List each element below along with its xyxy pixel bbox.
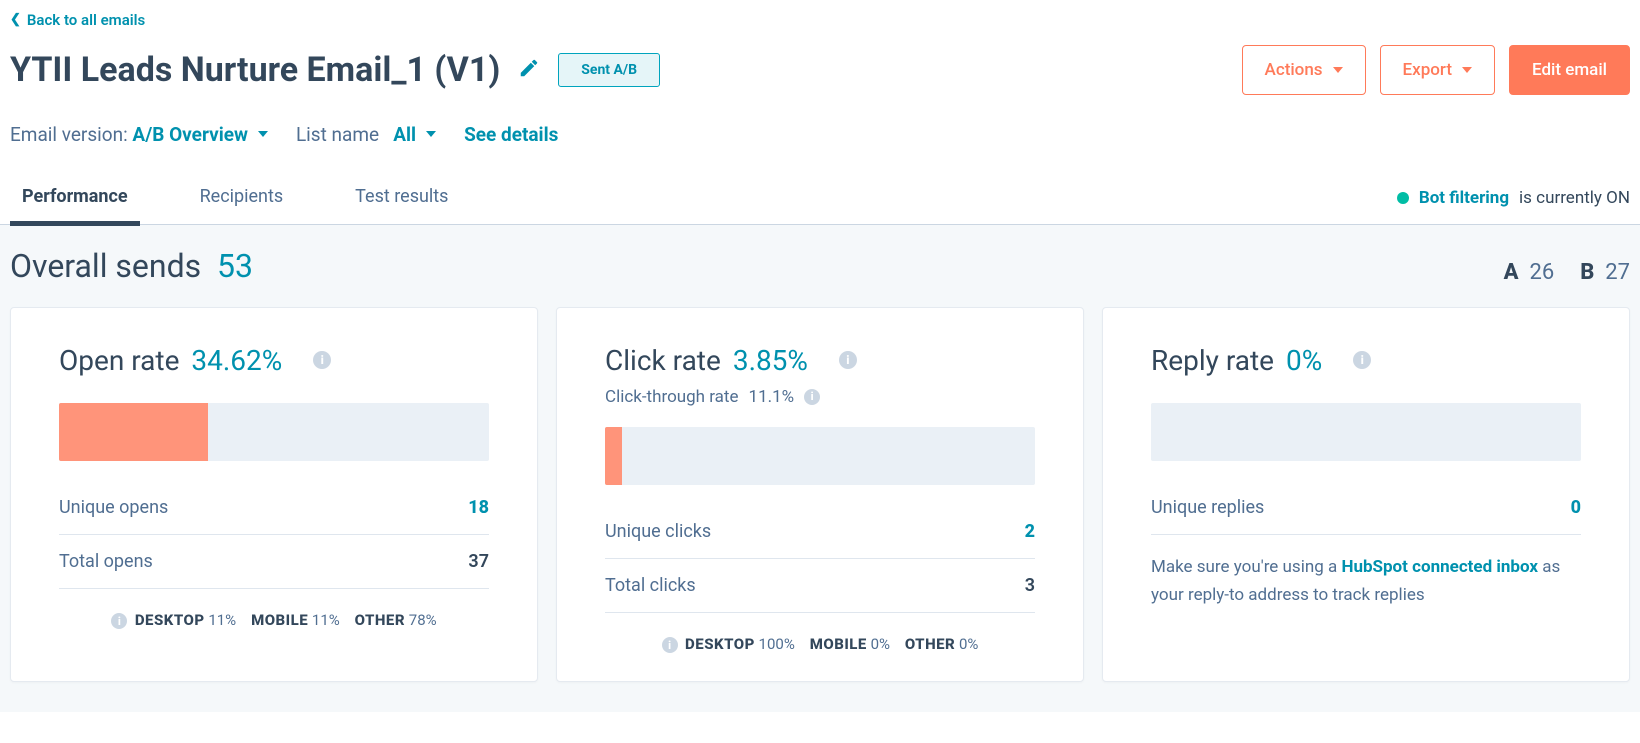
overall-sends-count: 53 [217, 247, 253, 285]
total-opens-label: Total opens [59, 551, 153, 572]
reply-rate-value: 0% [1286, 344, 1322, 377]
open-rate-value: 34.62% [191, 344, 282, 377]
unique-opens-value[interactable]: 18 [468, 497, 489, 518]
unique-clicks-label: Unique clicks [605, 521, 711, 542]
unique-replies-label: Unique replies [1151, 497, 1264, 518]
click-rate-bar-fill [605, 427, 622, 485]
list-name-label: List name [296, 123, 379, 146]
see-details-link[interactable]: See details [464, 123, 558, 146]
unique-opens-label: Unique opens [59, 497, 168, 518]
email-version-label: Email version: [10, 123, 128, 146]
click-rate-bar [605, 427, 1035, 485]
bot-filtering-status: Bot filtering is currently ON [1397, 188, 1630, 222]
reply-note: Make sure you're using a HubSpot connect… [1151, 553, 1581, 611]
open-rate-bar-fill [59, 403, 208, 461]
ab-b-count: B 27 [1580, 260, 1630, 285]
ctr-label: Click-through rate [605, 387, 739, 407]
overall-sends-label: Overall sends [10, 247, 201, 285]
actions-button[interactable]: Actions [1242, 45, 1366, 95]
bot-filtering-suffix: is currently ON [1519, 188, 1630, 208]
total-clicks-label: Total clicks [605, 575, 696, 596]
total-clicks-value: 3 [1025, 575, 1035, 596]
info-icon[interactable]: i [839, 351, 857, 369]
export-button[interactable]: Export [1380, 45, 1495, 95]
reply-rate-bar [1151, 403, 1581, 461]
info-icon[interactable]: i [804, 389, 820, 405]
actions-button-label: Actions [1265, 60, 1323, 80]
list-name-value: All [393, 123, 416, 146]
status-dot-icon [1397, 192, 1409, 204]
open-rate-title: Open rate [59, 344, 179, 377]
status-badge: Sent A/B [558, 53, 660, 87]
total-opens-value: 37 [468, 551, 489, 572]
pencil-icon[interactable] [518, 57, 540, 83]
back-link[interactable]: ❮ Back to all emails [10, 11, 145, 29]
tab-recipients[interactable]: Recipients [188, 186, 296, 224]
info-icon[interactable]: i [313, 351, 331, 369]
open-device-breakdown: i DESKTOP 11% MOBILE 11% OTHER 78% [59, 589, 489, 630]
ab-a-count: A 26 [1504, 260, 1555, 285]
chevron-down-icon [1462, 67, 1472, 73]
click-rate-title: Click rate [605, 344, 721, 377]
chevron-left-icon: ❮ [10, 12, 21, 27]
reply-rate-title: Reply rate [1151, 344, 1274, 377]
click-rate-value: 3.85% [733, 344, 808, 377]
list-name-dropdown[interactable]: All [393, 123, 436, 146]
edit-email-button[interactable]: Edit email [1509, 45, 1630, 95]
overall-sends: Overall sends 53 [10, 247, 253, 285]
info-icon[interactable]: i [111, 613, 127, 629]
open-rate-card: Open rate 34.62% i Unique opens 18 Total… [10, 307, 538, 683]
email-version-value: A/B Overview [132, 123, 248, 146]
email-version-dropdown[interactable]: A/B Overview [132, 123, 268, 146]
click-rate-card: Click rate 3.85% i Click-through rate 11… [556, 307, 1084, 683]
unique-replies-value[interactable]: 0 [1571, 497, 1581, 518]
info-icon[interactable]: i [662, 637, 678, 653]
bot-filtering-link[interactable]: Bot filtering [1419, 188, 1509, 208]
chevron-down-icon [1333, 67, 1343, 73]
back-link-label: Back to all emails [27, 11, 145, 29]
page-title: YTII Leads Nurture Email_1 (V1) [10, 50, 500, 90]
tab-test-results[interactable]: Test results [343, 186, 460, 224]
chevron-down-icon [426, 131, 436, 137]
reply-rate-card: Reply rate 0% i Unique replies 0 Make su… [1102, 307, 1630, 683]
ctr-value: 11.1% [749, 387, 795, 407]
chevron-down-icon [258, 131, 268, 137]
edit-email-button-label: Edit email [1532, 60, 1607, 80]
unique-clicks-value[interactable]: 2 [1025, 521, 1035, 542]
export-button-label: Export [1403, 60, 1452, 80]
open-rate-bar [59, 403, 489, 461]
click-device-breakdown: i DESKTOP 100% MOBILE 0% OTHER 0% [605, 613, 1035, 654]
connected-inbox-link[interactable]: HubSpot connected inbox [1341, 557, 1538, 577]
tab-performance[interactable]: Performance [10, 186, 140, 226]
info-icon[interactable]: i [1353, 351, 1371, 369]
